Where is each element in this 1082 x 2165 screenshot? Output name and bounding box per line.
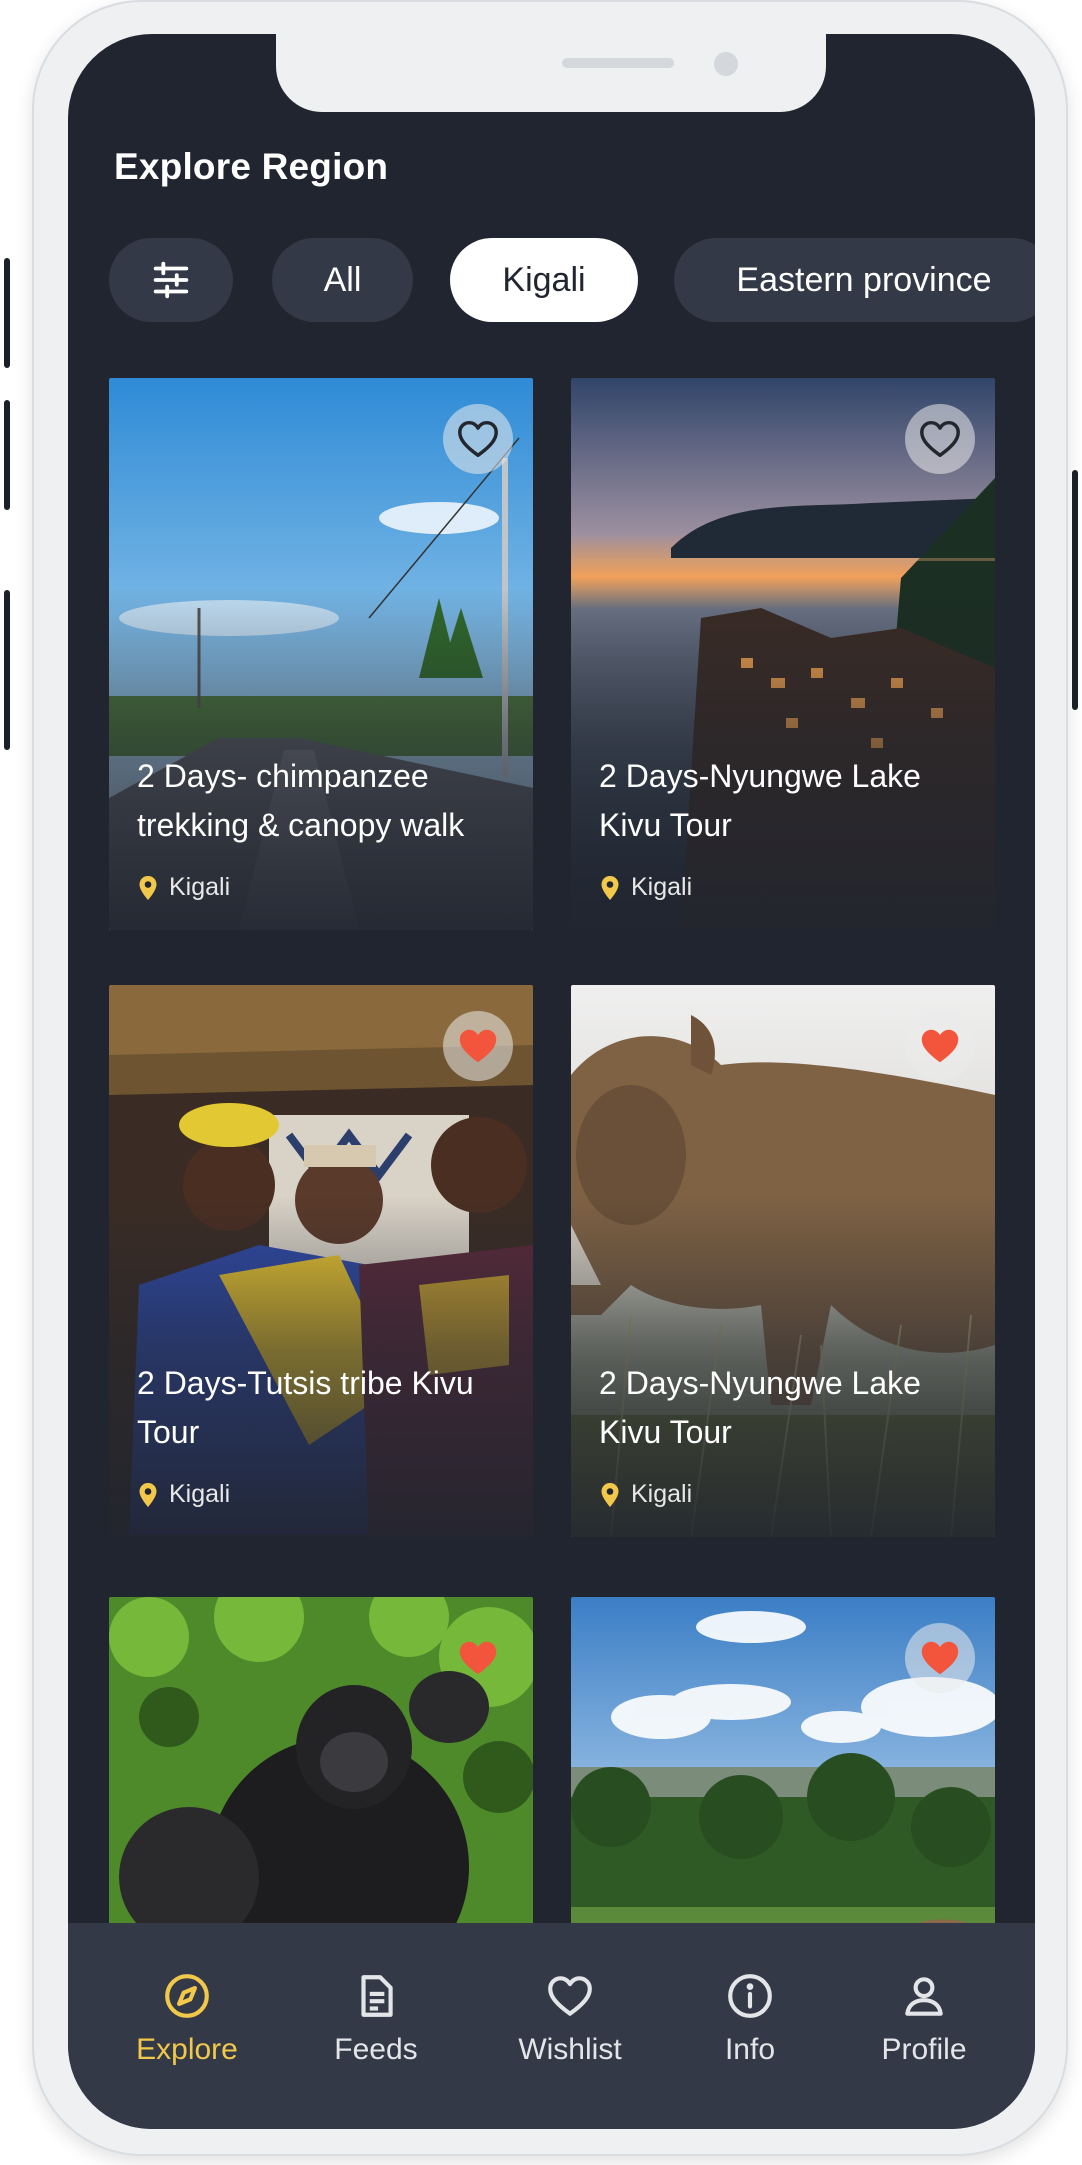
favorite-button[interactable] [443,404,513,474]
chip-eastern-province[interactable]: Eastern province [674,238,1035,322]
tour-card[interactable]: 2 Days-Nyungwe Lake Kivu Tour Kigali [571,985,995,1537]
user-icon [905,1977,943,2016]
front-camera [714,52,738,76]
nav-label: Feeds [334,2033,418,2066]
heart-filled-icon [459,1029,497,1063]
nav-label: Info [724,2033,776,2066]
chip-kigali[interactable]: Kigali [450,238,638,322]
side-button [4,590,10,750]
region-filter-bar: All Kigali Eastern province [109,238,1035,322]
location-label: Kigali [631,873,693,901]
tour-location: Kigali [599,873,692,902]
location-pin-icon [601,1482,619,1507]
tour-card[interactable]: 2 Days-Tutsis tribe Kivu Tour Kigali [109,985,533,1537]
location-label: Kigali [631,1480,693,1508]
side-button [4,400,10,510]
bottom-navigation: Explore Feeds Wishlist Info Profile [68,1923,1035,2129]
speaker [562,58,674,68]
document-icon [361,1975,393,2017]
page-title: Explore Region [114,146,389,187]
notch [276,34,826,112]
favorite-button[interactable] [905,404,975,474]
favorite-button[interactable] [905,1011,975,1081]
location-label: Kigali [169,1480,231,1508]
sliders-icon [153,261,189,299]
favorite-button[interactable] [905,1623,975,1693]
compass-icon [165,1974,209,2018]
location-pin-icon [139,1482,157,1507]
nav-info[interactable]: Info [660,1971,840,2067]
tour-card[interactable] [571,1597,995,1977]
heart-filled-icon [459,1641,497,1675]
tour-title: 2 Days-Nyungwe Lake Kivu Tour [599,1365,921,1450]
nav-explore[interactable]: Explore [97,1971,277,2067]
heart-icon [548,1976,592,2016]
location-pin-icon [139,875,157,900]
side-button [4,258,10,368]
nav-feeds[interactable]: Feeds [286,1971,466,2067]
heart-filled-icon [921,1641,959,1675]
app-screen: Explore Region All Kigali Eastern provin… [68,34,1035,2129]
heart-outline-icon [458,420,498,458]
heart-filled-icon [921,1029,959,1063]
location-pin-icon [601,875,619,900]
favorite-button[interactable] [443,1011,513,1081]
tour-title: 2 Days-Tutsis tribe Kivu Tour [137,1365,474,1450]
tour-card[interactable]: 2 Days- chimpanzee trekking & canopy wal… [109,378,533,930]
filter-button[interactable] [109,238,233,322]
chip-all[interactable]: All [272,238,413,322]
nav-label: Profile [881,2033,967,2066]
tour-card[interactable] [109,1597,533,1977]
tour-location: Kigali [137,873,230,902]
tour-title: 2 Days-Nyungwe Lake Kivu Tour [599,758,921,843]
info-icon [728,1974,772,2018]
tour-title: 2 Days- chimpanzee trekking & canopy wal… [137,758,465,843]
tour-location: Kigali [599,1480,692,1509]
tour-card[interactable]: 2 Days-Nyungwe Lake Kivu Tour Kigali [571,378,995,930]
favorite-button[interactable] [443,1623,513,1693]
location-label: Kigali [169,873,231,901]
tour-location: Kigali [137,1480,230,1509]
side-button [1072,470,1078,710]
nav-profile[interactable]: Profile [834,1971,1014,2067]
nav-label: Explore [136,2033,238,2066]
nav-label: Wishlist [518,2033,622,2066]
heart-outline-icon [920,420,960,458]
nav-wishlist[interactable]: Wishlist [480,1971,660,2067]
